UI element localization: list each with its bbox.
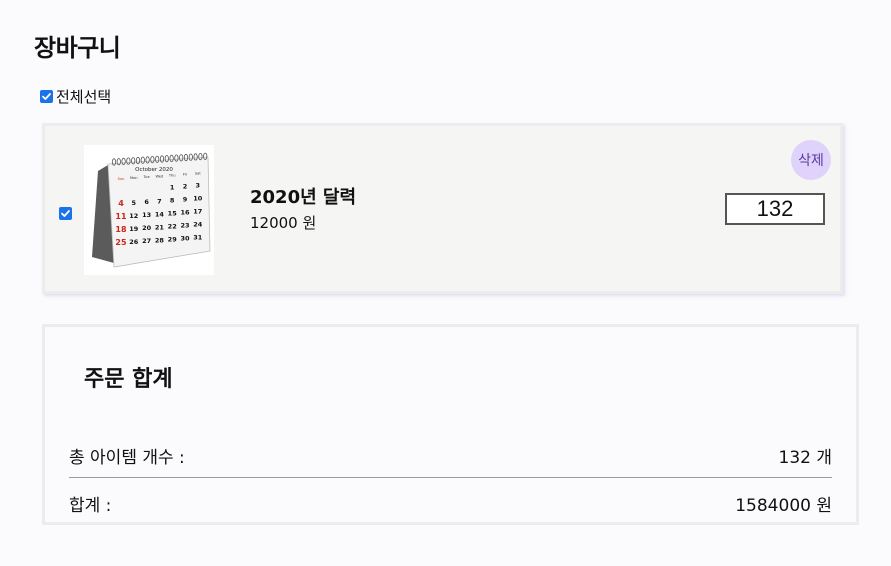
- calendar-day: 12: [129, 212, 138, 220]
- total-row: 합계 : 1584000 원: [69, 491, 832, 516]
- quantity-input[interactable]: [725, 193, 825, 225]
- calendar-day: 6: [144, 198, 149, 206]
- select-all-label: 전체선택: [56, 88, 112, 106]
- calendar-weekday: Sun: [118, 177, 125, 181]
- calendar-day: 31: [193, 234, 203, 242]
- calendar-day: 25: [115, 238, 127, 247]
- calendar-month-label: October 2020: [135, 167, 173, 173]
- calendar-day: 2: [183, 183, 188, 191]
- calendar-weekday: Mon: [130, 176, 138, 180]
- calendar-day: 8: [170, 196, 175, 204]
- calendar-day: 29: [168, 235, 178, 243]
- page-title: 장바구니: [34, 34, 121, 62]
- calendar-weekday: Wed: [155, 174, 163, 178]
- divider: [69, 477, 832, 478]
- checkmark-icon: [61, 210, 70, 217]
- delete-button[interactable]: 삭제: [791, 140, 831, 180]
- cart-page: 장바구니 전체선택 October 2020 Sun Mon Tue Wed T…: [0, 0, 891, 566]
- calendar-day: 18: [115, 225, 127, 234]
- calendar-day: 10: [193, 195, 203, 203]
- calendar-day: 3: [196, 182, 201, 190]
- item-thumbnail[interactable]: October 2020 Sun Mon Tue Wed Thu Fri Sat 12345…: [84, 145, 214, 275]
- summary-title: 주문 합계: [84, 367, 173, 392]
- item-checkbox[interactable]: [59, 207, 72, 220]
- calendar-day: 28: [155, 236, 165, 244]
- total-label: 합계 :: [69, 496, 112, 516]
- calendar-day: 19: [129, 225, 139, 233]
- item-count-row: 총 아이템 개수 : 132 개: [69, 443, 832, 468]
- calendar-day: 27: [142, 237, 151, 245]
- calendar-day: 24: [193, 221, 203, 229]
- calendar-day: 4: [118, 199, 124, 208]
- calendar-day: 22: [168, 222, 177, 230]
- calendar-weekday: Fri: [183, 173, 187, 177]
- calendar-day: 26: [129, 238, 139, 246]
- calendar-day: 11: [115, 212, 127, 221]
- select-all[interactable]: 전체선택: [40, 86, 111, 107]
- item-count-value: 132 개: [778, 448, 833, 468]
- calendar-day: 16: [180, 209, 190, 217]
- calendar-day: 9: [183, 196, 188, 204]
- calendar-weekday: Thu: [168, 173, 176, 177]
- checkmark-icon: [42, 93, 51, 100]
- calendar-day: 21: [155, 223, 165, 231]
- total-value: 1584000 원: [735, 496, 832, 516]
- item-price: 12000 원: [250, 214, 317, 232]
- select-all-checkbox[interactable]: [40, 90, 53, 103]
- calendar-day: 23: [180, 222, 189, 230]
- desk-calendar-image: October 2020 Sun Mon Tue Wed Thu Fri Sat 1 2 34 5…: [92, 152, 211, 268]
- calendar-day: 14: [155, 210, 165, 218]
- item-name: 2020년 달력: [250, 187, 357, 208]
- calendar-day: 17: [193, 208, 202, 216]
- calendar-day: 7: [157, 197, 162, 205]
- calendar-weekday: Sat: [195, 172, 201, 176]
- calendar-day: 15: [168, 209, 178, 217]
- order-summary: 주문 합계 총 아이템 개수 : 132 개 합계 : 1584000 원: [42, 324, 859, 525]
- calendar-day: 1: [170, 183, 175, 191]
- calendar-day: 5: [132, 199, 137, 207]
- calendar-day: 20: [142, 224, 152, 232]
- calendar-day: 30: [180, 235, 190, 243]
- item-count-label: 총 아이템 개수 :: [69, 448, 185, 468]
- calendar-day: 13: [142, 211, 151, 219]
- calendar-weekday: Tue: [143, 175, 151, 179]
- cart-item: October 2020 Sun Mon Tue Wed Thu Fri Sat 12345…: [42, 123, 843, 294]
